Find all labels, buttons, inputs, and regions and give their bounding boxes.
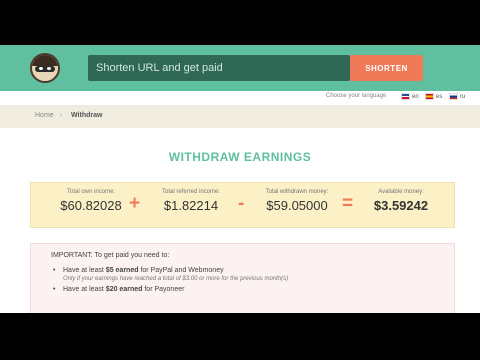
video-frame: SHORTEN Choose your language en es ru Ho…	[0, 0, 480, 360]
stat-label: Total withdrawn money:	[265, 189, 329, 195]
bullet-icon: •	[53, 286, 56, 293]
shorten-button[interactable]: SHORTEN	[350, 55, 423, 81]
stat-value: $60.82028	[60, 198, 122, 213]
page-title: WITHDRAW EARNINGS	[168, 150, 312, 164]
ninja-logo-icon[interactable]	[30, 53, 60, 83]
logo-mask	[35, 66, 55, 72]
language-bar: Choose your language en es ru	[0, 91, 480, 105]
requirement-text: Have at least $20 earned for Payoneer	[63, 286, 184, 293]
language-en-label: en	[412, 93, 419, 100]
minus-operator: -	[238, 193, 245, 214]
stat-available-money: Available money: $3.59242	[356, 189, 446, 213]
requirement-text: Have at least $5 earned for PayPal and W…	[63, 267, 224, 274]
stat-value: $59.05000	[266, 198, 328, 213]
language-en[interactable]: en	[401, 93, 419, 100]
requirement-suffix: for Payoneer	[142, 286, 185, 293]
requirement-note: Only if your earnings have reached a tot…	[63, 276, 289, 282]
stat-label: Total referred income:	[161, 189, 221, 195]
stat-label: Total own income:	[66, 189, 116, 195]
plus-operator: +	[129, 193, 141, 214]
equals-operator: =	[342, 193, 354, 214]
stat-referred-income: Total referred income: $1.82214	[146, 189, 236, 213]
important-heading: IMPORTANT: To get paid you need to:	[51, 252, 170, 259]
requirement-prefix: Have at least	[63, 286, 106, 293]
breadcrumb-separator: ›	[60, 112, 63, 119]
stat-withdrawn-money: Total withdrawn money: $59.05000	[252, 189, 342, 213]
language-es-label: es	[436, 93, 443, 100]
header-bar: SHORTEN	[0, 45, 480, 91]
choose-language-label: Choose your language	[326, 93, 387, 99]
requirement-prefix: Have at least	[63, 267, 106, 274]
logo-eye-right	[47, 67, 51, 70]
stat-label: Available money:	[378, 189, 424, 195]
bullet-icon: •	[53, 267, 56, 274]
requirement-amount: $5 earned	[105, 267, 139, 274]
list-item: • Have at least $20 earned for Payoneer	[53, 286, 288, 293]
requirement-amount: $20 earned	[105, 286, 143, 293]
language-ru[interactable]: ru	[449, 93, 465, 100]
list-item: • Have at least $5 earned for PayPal and…	[53, 267, 288, 274]
page-screen: SHORTEN Choose your language en es ru Ho…	[0, 45, 480, 313]
stat-value: $1.82214	[163, 198, 219, 213]
uk-flag-icon	[401, 93, 410, 100]
earnings-summary: Total own income: $60.82028 + Total refe…	[30, 182, 455, 228]
spain-flag-icon	[425, 93, 434, 100]
payment-requirements: IMPORTANT: To get paid you need to: • Ha…	[30, 243, 455, 313]
stat-own-income: Total own income: $60.82028	[46, 189, 136, 213]
logo-hair	[32, 55, 58, 66]
shorten-url-input[interactable]	[88, 55, 350, 81]
language-ru-label: ru	[460, 93, 466, 100]
breadcrumb: Home › Withdraw	[0, 105, 480, 128]
language-es[interactable]: es	[425, 93, 442, 100]
requirement-suffix: for PayPal and Webmoney	[138, 267, 224, 274]
requirements-list: • Have at least $5 earned for PayPal and…	[53, 267, 288, 296]
breadcrumb-home-link[interactable]: Home	[35, 112, 54, 119]
russia-flag-icon	[449, 93, 458, 100]
stat-value: $3.59242	[373, 198, 429, 213]
breadcrumb-current: Withdraw	[71, 112, 103, 119]
logo-eye-left	[39, 67, 43, 70]
